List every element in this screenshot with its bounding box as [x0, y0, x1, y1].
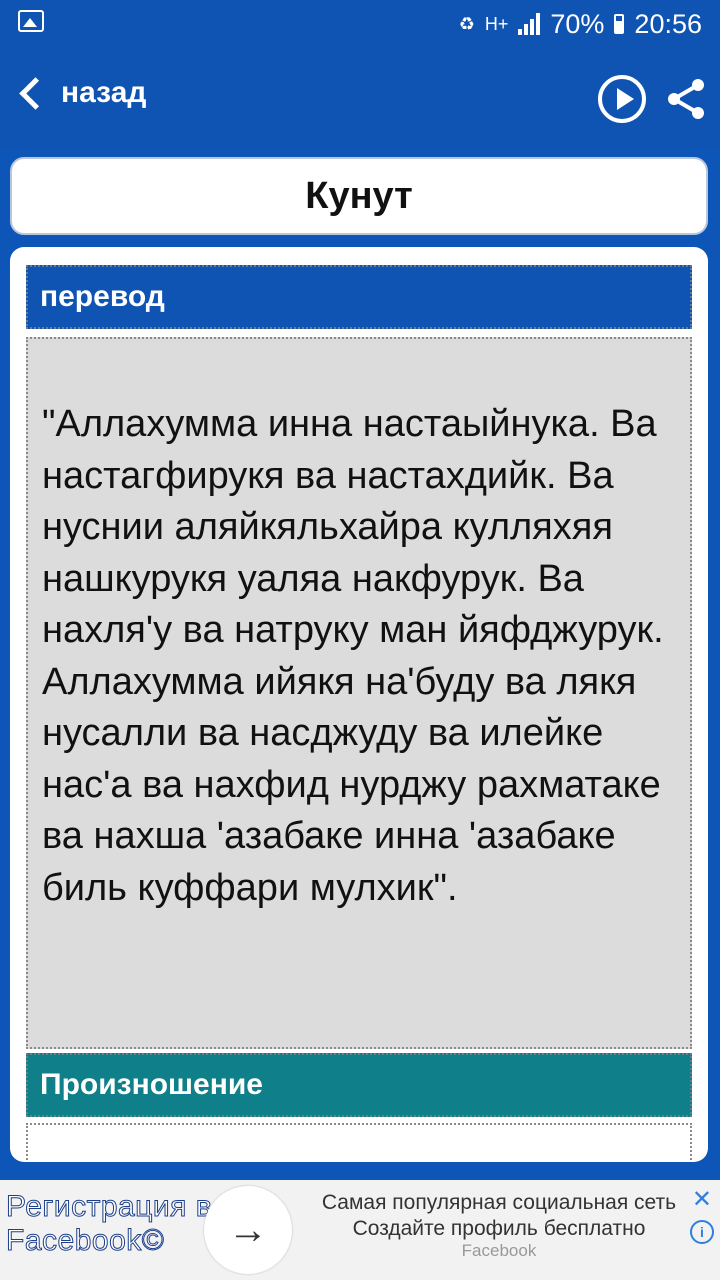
translation-text: "Аллахумма инна настаыйнука. Ва настагфи…	[42, 403, 664, 909]
signal-icon	[518, 13, 541, 35]
title-card: Кунут	[10, 157, 708, 235]
battery-saver-icon: ♻	[458, 13, 475, 34]
page-title: Кунут	[305, 174, 413, 217]
close-icon[interactable]: ✕	[692, 1185, 712, 1214]
battery-icon	[614, 14, 625, 34]
app-bar: назад	[0, 48, 720, 148]
translation-text-box: "Аллахумма инна настаыйнука. Ва настагфи…	[26, 337, 692, 1049]
back-chevron-icon	[19, 76, 52, 110]
status-bar: ♻ H+ 70% 20:56	[0, 0, 720, 48]
share-icon[interactable]	[662, 75, 710, 123]
translation-header[interactable]: перевод	[26, 265, 692, 329]
ad-text: Самая популярная социальная сеть Создайт…	[321, 1191, 677, 1240]
network-type: H+	[484, 13, 509, 34]
ad-banner[interactable]: Регистрация в Facebook© → Самая популярн…	[0, 1180, 720, 1280]
back-label: назад	[61, 76, 147, 109]
status-icons: ♻ H+ 70% 20:56	[459, 6, 702, 42]
pronunciation-header[interactable]: Произношение	[26, 1053, 692, 1117]
clock: 20:56	[634, 8, 702, 39]
ad-source: Facebook	[461, 1241, 537, 1260]
pronunciation-text-box	[26, 1123, 692, 1162]
back-button[interactable]: назад	[18, 76, 146, 110]
battery-percent: 70%	[550, 8, 605, 39]
play-icon[interactable]	[598, 75, 646, 123]
info-icon[interactable]: i	[690, 1220, 714, 1244]
arrow-right-icon[interactable]: →	[204, 1186, 292, 1274]
gallery-icon	[18, 10, 44, 32]
ad-left-text: Регистрация в Facebook©	[6, 1190, 213, 1258]
content-card: перевод "Аллахумма инна настаыйнука. Ва …	[10, 247, 708, 1162]
